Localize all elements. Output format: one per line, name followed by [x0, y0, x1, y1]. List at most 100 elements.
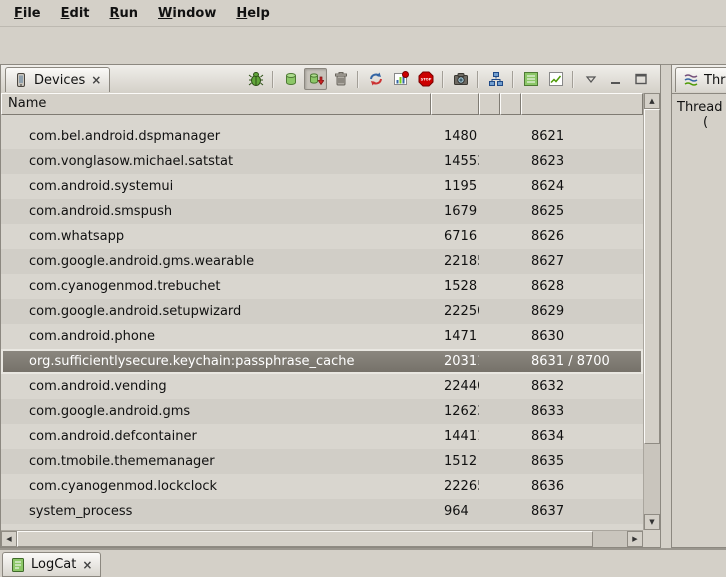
start-method-profiling-icon[interactable] [389, 68, 412, 90]
toolbar-separator [442, 71, 444, 88]
scroll-right-icon[interactable]: ▶ [627, 531, 643, 547]
update-heap-icon[interactable] [279, 68, 302, 90]
devices-view: Devices × [0, 64, 661, 548]
process-name: com.android.systemui [1, 179, 431, 194]
table-row[interactable]: com.android.phone 1471 8630 [1, 324, 643, 349]
table-row[interactable]: com.android.systemui 1195 8624 [1, 174, 643, 199]
process-pid: 1195 [431, 179, 479, 194]
process-pid: 20311 [431, 354, 479, 369]
ddms-window: File Edit Run Window Help Devices × [0, 0, 726, 577]
screen-capture-icon[interactable] [449, 68, 472, 90]
cause-gc-icon[interactable] [329, 68, 352, 90]
process-port: 8629 [521, 304, 643, 319]
menu-edit[interactable]: Edit [51, 3, 100, 24]
process-name: system_process [1, 504, 431, 519]
table-row[interactable]: com.vonglasow.michael.satstat 14553 8623 [1, 149, 643, 174]
process-port: 8628 [521, 279, 643, 294]
process-port: 8632 [521, 379, 643, 394]
process-pid: 1679 [431, 204, 479, 219]
tab-logcat[interactable]: LogCat × [2, 552, 101, 577]
view-menu-icon[interactable] [579, 68, 602, 90]
threads-view: Threads Thread up ( [671, 64, 726, 548]
process-port: 8627 [521, 254, 643, 269]
process-port: 8623 [521, 154, 643, 169]
process-name: com.android.defcontainer [1, 429, 431, 444]
column-header-empty [500, 93, 521, 115]
table-row[interactable]: org.sufficientlysecure.keychain:passphra… [1, 349, 643, 374]
scroll-up-icon[interactable]: ▲ [644, 93, 660, 109]
process-name: com.google.android.gms.wearable [1, 254, 431, 269]
table-row[interactable]: com.google.android.gms.wearable 22185 86… [1, 249, 643, 274]
logcat-icon [10, 557, 26, 573]
close-icon[interactable]: × [81, 559, 93, 571]
process-name: com.android.smspush [1, 204, 431, 219]
tab-threads[interactable]: Threads [675, 67, 726, 92]
process-pid: 14553 [431, 154, 479, 169]
table-row[interactable]: com.cyanogenmod.trebuchet 1528 8628 [1, 274, 643, 299]
table-row[interactable]: com.android.vending 22440 8632 [1, 374, 643, 399]
threads-icon [683, 72, 699, 88]
debug-icon[interactable] [244, 68, 267, 90]
process-pid: 1512 [431, 454, 479, 469]
process-port: 8625 [521, 204, 643, 219]
process-port: 8634 [521, 429, 643, 444]
process-name: com.android.phone [1, 329, 431, 344]
bottom-view-bar: LogCat × [0, 548, 726, 577]
process-name: com.tmobile.thememanager [1, 454, 431, 469]
system-info-icon[interactable] [519, 68, 542, 90]
tab-devices[interactable]: Devices × [5, 67, 110, 92]
table-row[interactable]: com.android.defcontainer 14411 8634 [1, 424, 643, 449]
table-row[interactable]: system_process 964 8637 [1, 499, 643, 524]
vertical-scrollbar-thumb[interactable] [644, 109, 660, 444]
menu-run[interactable]: Run [100, 3, 149, 24]
process-port: 8633 [521, 404, 643, 419]
process-port: 8635 [521, 454, 643, 469]
process-pid: 22265 [431, 479, 479, 494]
table-row[interactable]: com.android.smspush 1679 8625 [1, 199, 643, 224]
process-port: 8621 [521, 129, 643, 144]
scroll-left-icon[interactable]: ◀ [1, 531, 17, 547]
menu-window[interactable]: Window [148, 3, 226, 24]
process-port: 8636 [521, 479, 643, 494]
table-row[interactable]: com.google.android.gms 12623 8633 [1, 399, 643, 424]
menu-file[interactable]: File [4, 3, 51, 24]
process-name: com.google.android.setupwizard [1, 304, 431, 319]
vertical-scrollbar[interactable]: ▲ ▼ [643, 93, 660, 530]
menu-help[interactable]: Help [226, 3, 279, 24]
table-row[interactable]: com.whatsapp 6716 8626 [1, 224, 643, 249]
dump-hprof-icon[interactable] [304, 68, 327, 90]
table-row[interactable]: com.bel.android.dspmanager 1480 8621 [1, 124, 643, 149]
toolbar-separator [357, 71, 359, 88]
minimize-icon[interactable] [604, 68, 627, 90]
update-threads-icon[interactable] [364, 68, 387, 90]
maximize-icon[interactable] [629, 68, 652, 90]
table-row[interactable]: com.tmobile.thememanager 1512 8635 [1, 449, 643, 474]
table-row[interactable]: com.google.android.setupwizard 22250 862… [1, 299, 643, 324]
stop-process-icon[interactable]: STOP [414, 68, 437, 90]
horizontal-scrollbar[interactable]: ◀ ▶ [1, 530, 643, 547]
threads-message-line1: Thread up [677, 100, 726, 115]
process-name: com.cyanogenmod.lockclock [1, 479, 431, 494]
process-pid: 22250 [431, 304, 479, 319]
threads-message: Thread up ( [672, 94, 726, 130]
column-header-name[interactable]: Name [1, 93, 431, 115]
devices-view-header: Devices × [1, 65, 660, 94]
process-name: com.vonglasow.michael.satstat [1, 154, 431, 169]
process-port: 8631 / 8700 [521, 354, 643, 369]
process-port: 8624 [521, 179, 643, 194]
toolbar-separator [477, 71, 479, 88]
graph-icon[interactable] [544, 68, 567, 90]
close-icon[interactable]: × [90, 74, 102, 86]
scroll-down-icon[interactable]: ▼ [644, 514, 660, 530]
table-row[interactable]: com.cyanogenmod.lockclock 22265 8636 [1, 474, 643, 499]
process-port: 8630 [521, 329, 643, 344]
process-name: com.cyanogenmod.trebuchet [1, 279, 431, 294]
process-pid: 22440 [431, 379, 479, 394]
process-pid: 1528 [431, 279, 479, 294]
toolbar-separator [512, 71, 514, 88]
process-pid: 1471 [431, 329, 479, 344]
process-pid: 14411 [431, 429, 479, 444]
horizontal-scrollbar-thumb[interactable] [17, 531, 593, 547]
threads-view-header: Threads [672, 65, 726, 94]
hierarchy-view-icon[interactable] [484, 68, 507, 90]
